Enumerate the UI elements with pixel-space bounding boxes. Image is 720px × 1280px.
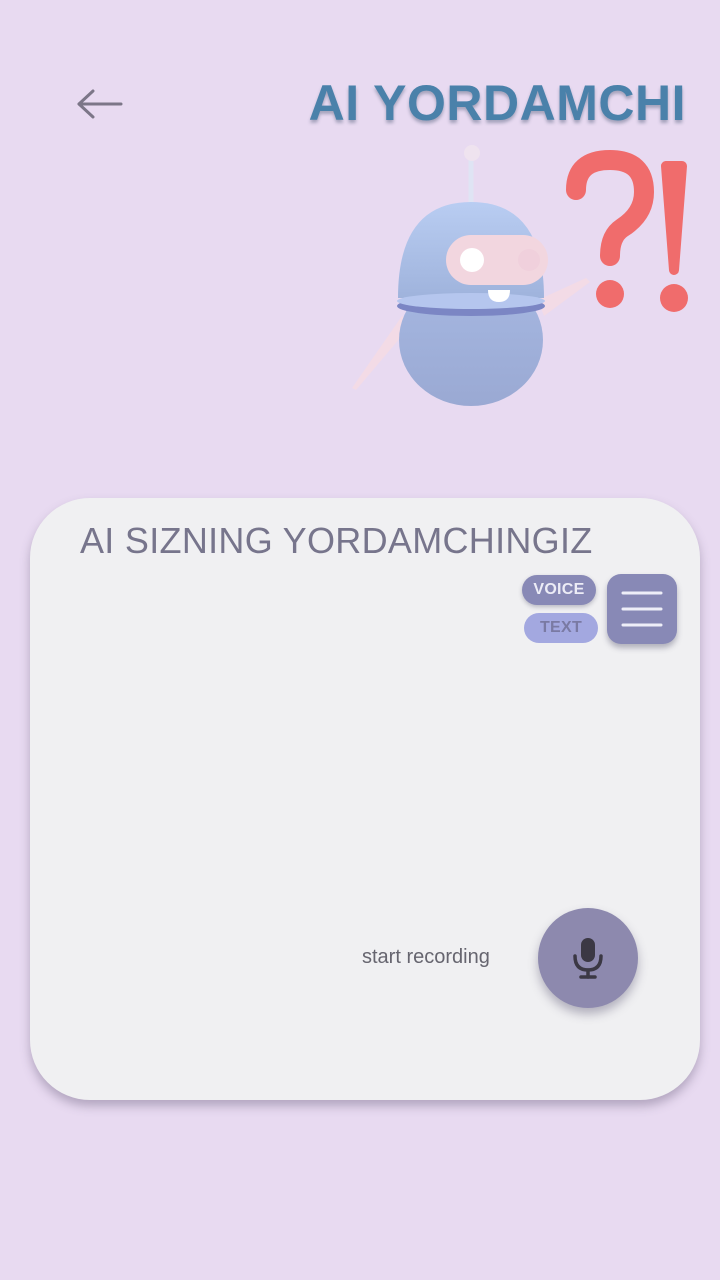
back-button[interactable] [70, 80, 130, 128]
robot-icon [352, 145, 688, 406]
card-title: AI SIZNING YORDAMCHINGIZ [80, 520, 593, 561]
microphone-icon [573, 938, 603, 979]
start-recording-label: start recording [362, 946, 490, 968]
page-title: AI YORDAMCHI [308, 75, 686, 131]
hamburger-menu-icon [621, 591, 663, 627]
microphone-button[interactable] [538, 908, 638, 1008]
robot-illustration [340, 140, 700, 420]
menu-button[interactable] [607, 574, 677, 644]
arrow-left-icon [77, 89, 123, 119]
voice-mode-button[interactable]: VOICE [522, 575, 596, 605]
assistant-card: AI SIZNING YORDAMCHINGIZ VOICE TEXT star… [30, 498, 700, 1100]
text-mode-button[interactable]: TEXT [524, 613, 598, 643]
